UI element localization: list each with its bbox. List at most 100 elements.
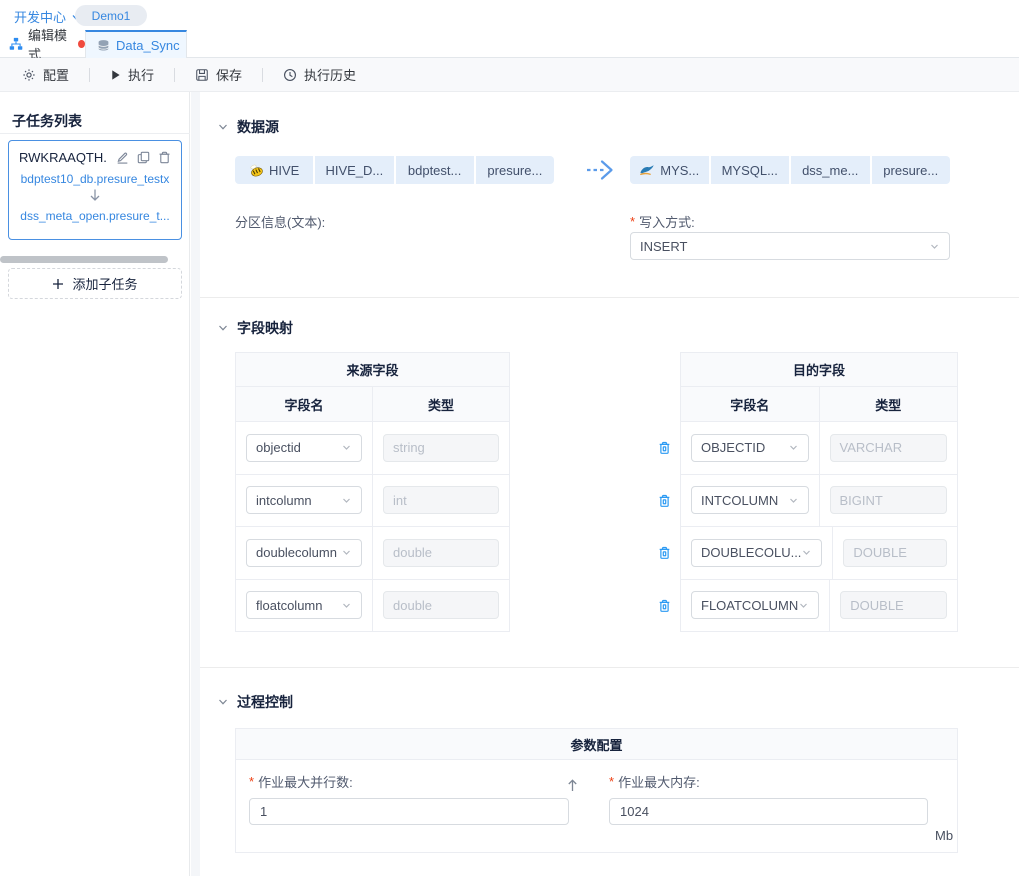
workspace-switcher[interactable]: 开发中心 bbox=[14, 7, 81, 26]
execute-button[interactable]: 执行 bbox=[110, 65, 154, 84]
type-value: double bbox=[393, 545, 432, 560]
gear-icon bbox=[22, 68, 36, 82]
save-button[interactable]: 保存 bbox=[195, 65, 242, 84]
source-field-select[interactable]: objectid bbox=[246, 434, 362, 462]
section-datasource-title: 数据源 bbox=[237, 117, 279, 137]
target-tag-2: dss_me... bbox=[791, 156, 870, 184]
sidebar-title-divider bbox=[0, 133, 190, 134]
max-memory-field-group: * 作业最大内存: Mb bbox=[609, 772, 928, 825]
field-value: INTCOLUMN bbox=[701, 493, 778, 508]
field-value: FLOATCOLUMN bbox=[701, 598, 798, 613]
partition-label-text: 分区信息(文本): bbox=[235, 212, 325, 231]
delete-icon[interactable] bbox=[158, 151, 171, 164]
configure-label: 配置 bbox=[43, 65, 69, 84]
table-row: FLOATCOLUMN DOUBLE bbox=[681, 580, 957, 632]
panel-divider bbox=[191, 92, 200, 876]
source-tag-2: bdptest... bbox=[396, 156, 474, 184]
target-field-select[interactable]: OBJECTID bbox=[691, 434, 809, 462]
target-field-select[interactable]: DOUBLECOLU... bbox=[691, 539, 822, 567]
add-subtask-button[interactable]: 添加子任务 bbox=[8, 268, 182, 299]
target-tag-label: MYSQL... bbox=[722, 163, 778, 178]
max-memory-label-text: 作业最大内存: bbox=[618, 772, 700, 791]
unsaved-indicator-dot bbox=[78, 40, 85, 48]
write-mode-select[interactable]: INSERT bbox=[630, 232, 950, 260]
source-field-select[interactable]: floatcolumn bbox=[246, 591, 362, 619]
chevron-down-icon bbox=[217, 696, 229, 708]
source-type-input: double bbox=[383, 591, 499, 619]
write-mode-value: INSERT bbox=[640, 239, 687, 254]
target-field-select[interactable]: INTCOLUMN bbox=[691, 486, 809, 514]
section-process-control-header[interactable]: 过程控制 bbox=[217, 692, 293, 712]
type-value: VARCHAR bbox=[840, 440, 903, 455]
tab-bar: 编辑模式 Data_Sync bbox=[0, 30, 1019, 58]
configure-button[interactable]: 配置 bbox=[22, 65, 69, 84]
target-tag-1: MYSQL... bbox=[711, 156, 790, 184]
project-tab[interactable]: Demo1 bbox=[75, 5, 147, 26]
col-header-field-name: 字段名 bbox=[236, 387, 373, 421]
target-field-select[interactable]: FLOATCOLUMN bbox=[691, 591, 819, 619]
max-parallel-label: * 作业最大并行数: bbox=[249, 772, 569, 791]
source-table-title: 来源字段 bbox=[236, 353, 509, 387]
source-tag-label: bdptest... bbox=[408, 163, 461, 178]
target-fields-table: 目的字段 字段名 类型 OBJECTID VARCHAR INTCOLUMN B… bbox=[680, 352, 958, 632]
chevron-down-icon bbox=[217, 322, 229, 334]
table-row: DOUBLECOLU... DOUBLE bbox=[681, 527, 957, 580]
source-table-header: 字段名 类型 bbox=[236, 387, 509, 422]
tab-label: Data_Sync bbox=[116, 38, 180, 53]
subtask-sidebar: 子任务列表 RWKRAAQTH... bbox=[0, 92, 190, 876]
copy-icon[interactable] bbox=[137, 151, 150, 164]
arrow-down-icon bbox=[9, 188, 181, 202]
toolbar-divider bbox=[262, 68, 263, 82]
edit-mode-label: 编辑模式 bbox=[28, 25, 72, 63]
toolbar: 配置 执行 保存 执行历史 bbox=[0, 58, 1019, 92]
dashed-arrow-right-icon bbox=[583, 156, 619, 184]
field-value: doublecolumn bbox=[256, 545, 337, 560]
max-memory-input[interactable] bbox=[609, 798, 928, 825]
chevron-down-icon bbox=[341, 495, 352, 506]
horizontal-scrollbar[interactable] bbox=[0, 256, 168, 263]
field-value: intcolumn bbox=[256, 493, 312, 508]
max-memory-label: * 作业最大内存: bbox=[609, 772, 928, 791]
section-datasource-header[interactable]: 数据源 bbox=[217, 117, 279, 137]
source-field-select[interactable]: intcolumn bbox=[246, 486, 362, 514]
orgchart-icon bbox=[9, 37, 23, 51]
target-table-title: 目的字段 bbox=[681, 353, 957, 387]
target-table-header: 字段名 类型 bbox=[681, 387, 957, 422]
subtask-card[interactable]: RWKRAAQTH... bdpte bbox=[8, 140, 182, 240]
chevron-down-icon bbox=[788, 495, 799, 506]
database-icon bbox=[97, 39, 110, 52]
execution-history-button[interactable]: 执行历史 bbox=[283, 65, 356, 84]
subtask-list-title: 子任务列表 bbox=[12, 111, 82, 131]
app-header: 开发中心 Demo1 bbox=[0, 0, 1019, 30]
col-header-type: 类型 bbox=[820, 387, 958, 421]
source-tag-1: HIVE_D... bbox=[315, 156, 393, 184]
stepper-up-icon[interactable] bbox=[566, 778, 579, 793]
tab-data-sync[interactable]: Data_Sync bbox=[85, 30, 187, 58]
delete-row-icon[interactable] bbox=[649, 580, 679, 633]
source-field-select[interactable]: doublecolumn bbox=[246, 539, 362, 567]
target-tag-label: dss_me... bbox=[802, 163, 858, 178]
execution-history-label: 执行历史 bbox=[304, 65, 356, 84]
col-header-type: 类型 bbox=[373, 387, 509, 421]
subtask-target-table: dss_meta_open.presure_t... bbox=[9, 209, 181, 223]
delete-row-icon[interactable] bbox=[649, 475, 679, 528]
edit-icon[interactable] bbox=[116, 151, 129, 164]
source-tag-label: presure... bbox=[487, 163, 542, 178]
max-parallel-field-group: * 作业最大并行数: bbox=[249, 772, 569, 825]
source-tag-0: HIVE bbox=[235, 156, 313, 184]
source-type-input: string bbox=[383, 434, 499, 462]
parameter-config-panel: 参数配置 * 作业最大并行数: * 作业最大内存: Mb bbox=[235, 728, 958, 853]
delete-row-icon[interactable] bbox=[649, 422, 679, 475]
chevron-down-icon bbox=[929, 241, 940, 252]
source-fields-table: 来源字段 字段名 类型 objectid string intcolumn in… bbox=[235, 352, 510, 632]
type-value: DOUBLE bbox=[850, 598, 903, 613]
delete-row-icon[interactable] bbox=[649, 527, 679, 580]
main-content: 数据源 HIVE HIVE_D... bdptest... presure... bbox=[200, 92, 1019, 876]
edit-mode-toggle[interactable]: 编辑模式 bbox=[0, 30, 85, 57]
max-parallel-input[interactable] bbox=[249, 798, 569, 825]
table-row: OBJECTID VARCHAR bbox=[681, 422, 957, 475]
write-mode-label-text: 写入方式: bbox=[639, 212, 695, 231]
required-asterisk: * bbox=[609, 774, 614, 789]
type-value: double bbox=[393, 598, 432, 613]
section-field-mapping-header[interactable]: 字段映射 bbox=[217, 318, 293, 338]
